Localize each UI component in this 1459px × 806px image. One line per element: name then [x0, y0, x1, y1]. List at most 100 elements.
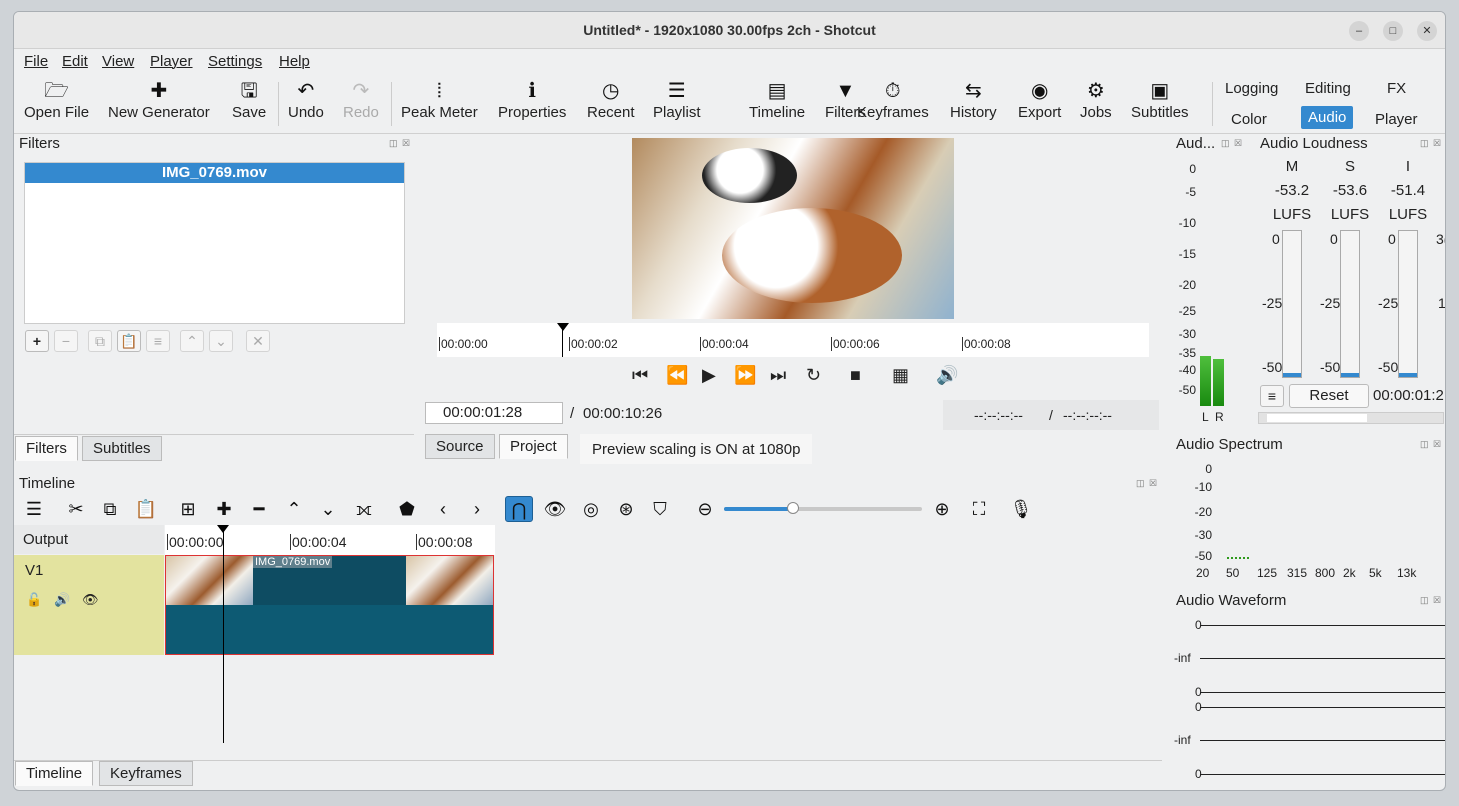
loudness-menu-icon[interactable]: ≡	[1260, 385, 1284, 407]
clip-img-0769[interactable]: IMG_0769.mov	[165, 555, 494, 655]
paste-filter-button[interactable]: 📋	[117, 330, 141, 352]
peak-meter-button[interactable]: ⦙ Peak Meter	[401, 78, 478, 130]
player-ruler[interactable]: 00:00:00 00:00:02 00:00:04 00:00:06 00:0…	[437, 323, 1149, 357]
undo-button[interactable]: ↶ Undo	[288, 78, 324, 130]
minimize-icon[interactable]: –	[1349, 21, 1369, 41]
move-down-button[interactable]: ⌄	[209, 330, 233, 352]
fast-forward-icon[interactable]: ⏩	[734, 365, 756, 386]
ripple-markers-icon[interactable]: ⛉	[646, 496, 674, 522]
tab-subtitles[interactable]: Subtitles	[82, 436, 162, 461]
timeline-button[interactable]: ▤ Timeline	[749, 78, 805, 130]
lock-icon[interactable]: 🔓	[26, 592, 42, 608]
cut-icon[interactable]: ✂	[62, 496, 90, 522]
loop-icon[interactable]: ↻	[806, 365, 821, 386]
add-icon[interactable]: ✚	[210, 496, 238, 522]
split-icon[interactable]: ⟗	[350, 496, 378, 522]
clock-icon: ◷	[602, 80, 620, 102]
menu-edit[interactable]: Edit	[62, 53, 88, 70]
remove-icon[interactable]: ━	[245, 496, 273, 522]
append-icon[interactable]: ⊞	[174, 496, 202, 522]
redo-button[interactable]: ↷ Redo	[343, 78, 379, 130]
jobs-button[interactable]: ⚙ Jobs	[1080, 78, 1112, 130]
tab-filters[interactable]: Filters	[15, 436, 78, 461]
menu-file[interactable]: File	[24, 53, 48, 70]
layout-audio[interactable]: Audio	[1301, 106, 1354, 129]
skip-next-icon[interactable]: ⏭	[770, 365, 786, 386]
remove-filter-button[interactable]: −	[54, 330, 78, 352]
dock-buttons[interactable]: ◫ ☒	[389, 138, 411, 149]
timeline-playhead[interactable]	[223, 525, 224, 743]
paste-icon[interactable]: 📋	[132, 496, 160, 522]
microphone-icon[interactable]: 🎙	[1007, 496, 1035, 522]
keyframes-button[interactable]: ⏱ Keyframes	[857, 78, 929, 130]
position-timecode[interactable]: 00:00:01:28	[425, 402, 563, 424]
layout-player[interactable]: Player	[1369, 109, 1424, 130]
history-button[interactable]: ⇆ History	[950, 78, 997, 130]
scrub-icon[interactable]: 👁	[541, 496, 569, 522]
recent-button[interactable]: ◷ Recent	[587, 78, 635, 130]
zoom-slider[interactable]	[724, 502, 922, 514]
deselect-filter-button[interactable]: ✕	[246, 330, 270, 352]
timeline-menu-icon[interactable]: ☰	[20, 496, 48, 522]
layout-fx[interactable]: FX	[1381, 78, 1412, 99]
previous-marker-icon[interactable]: ‹	[429, 496, 457, 522]
open-file-button[interactable]: 🗁 Open File	[24, 78, 89, 130]
dock-buttons[interactable]: ◫ ☒	[1420, 595, 1442, 606]
tab-source[interactable]: Source	[425, 434, 495, 459]
dock-buttons[interactable]: ◫ ☒	[1420, 439, 1442, 450]
snap-icon[interactable]: ⋂	[505, 496, 533, 522]
playlist-button[interactable]: ☰ Playlist	[653, 78, 701, 130]
menu-player[interactable]: Player	[150, 53, 193, 70]
dock-buttons[interactable]: ◫ ☒	[1136, 478, 1158, 489]
marker-icon[interactable]: ⬟	[393, 496, 421, 522]
eye-icon[interactable]: 👁	[82, 592, 99, 608]
playhead-marker-icon[interactable]	[557, 323, 569, 331]
overwrite-icon[interactable]: ⌄	[314, 496, 342, 522]
zoom-slider-handle[interactable]	[787, 502, 800, 514]
layout-editing[interactable]: Editing	[1299, 78, 1357, 99]
ripple-icon[interactable]: ◎	[577, 496, 605, 522]
volume-icon[interactable]: 🔊	[936, 365, 958, 386]
skip-previous-icon[interactable]: ⏮	[632, 365, 648, 386]
menu-view[interactable]: View	[102, 53, 134, 70]
copy-icon[interactable]: ⧉	[96, 496, 124, 522]
export-button[interactable]: ◉ Export	[1018, 78, 1061, 130]
zoom-out-icon[interactable]: ⊖	[691, 496, 719, 522]
subtitles-button[interactable]: ▣ Subtitles	[1131, 78, 1189, 130]
close-icon[interactable]: ✕	[1417, 21, 1437, 41]
track-header-v1[interactable]: V1 🔓 🔊 👁	[14, 555, 164, 655]
zoom-fit-icon[interactable]: ■	[850, 365, 861, 386]
reset-button[interactable]: Reset	[1289, 384, 1369, 408]
grid-icon[interactable]: ▦	[892, 365, 909, 386]
loudness-label: S	[1344, 158, 1355, 175]
maximize-icon[interactable]: □	[1383, 21, 1403, 41]
layout-color[interactable]: Color	[1225, 109, 1273, 130]
video-preview[interactable]	[632, 138, 954, 319]
tab-timeline[interactable]: Timeline	[15, 761, 94, 786]
menu-settings[interactable]: Settings	[208, 53, 262, 70]
add-filter-button[interactable]: +	[25, 330, 49, 352]
loudness-scrollbar[interactable]	[1258, 412, 1444, 424]
lift-icon[interactable]: ⌃	[280, 496, 308, 522]
dock-buttons[interactable]: ◫ ☒	[1221, 138, 1243, 149]
properties-button[interactable]: ℹ Properties	[498, 78, 566, 130]
menu-help[interactable]: Help	[279, 53, 310, 70]
play-icon[interactable]: ▶	[702, 365, 716, 386]
ripple-all-icon[interactable]: ⊛	[612, 496, 640, 522]
save-button[interactable]: 🖫 Save	[232, 78, 266, 130]
dock-buttons[interactable]: ◫ ☒	[1420, 138, 1442, 149]
next-marker-icon[interactable]: ›	[463, 496, 491, 522]
timeline-ruler[interactable]: 00:00:00 00:00:04 00:00:08	[165, 525, 495, 555]
zoom-in-icon[interactable]: ⊕	[928, 496, 956, 522]
save-preset-button[interactable]: ≡	[146, 330, 170, 352]
tab-project[interactable]: Project	[499, 434, 568, 459]
rewind-icon[interactable]: ⏪	[666, 365, 688, 386]
tab-keyframes[interactable]: Keyframes	[99, 761, 193, 786]
move-up-button[interactable]: ⌃	[180, 330, 204, 352]
zoom-fit-icon[interactable]: ⛶	[965, 496, 993, 522]
filter-list[interactable]: IMG_0769.mov	[24, 162, 405, 324]
new-generator-button[interactable]: ✚ New Generator	[108, 78, 210, 130]
layout-logging[interactable]: Logging	[1219, 78, 1284, 99]
copy-filter-button[interactable]: ⧉	[88, 330, 112, 352]
mute-icon[interactable]: 🔊	[54, 592, 70, 608]
